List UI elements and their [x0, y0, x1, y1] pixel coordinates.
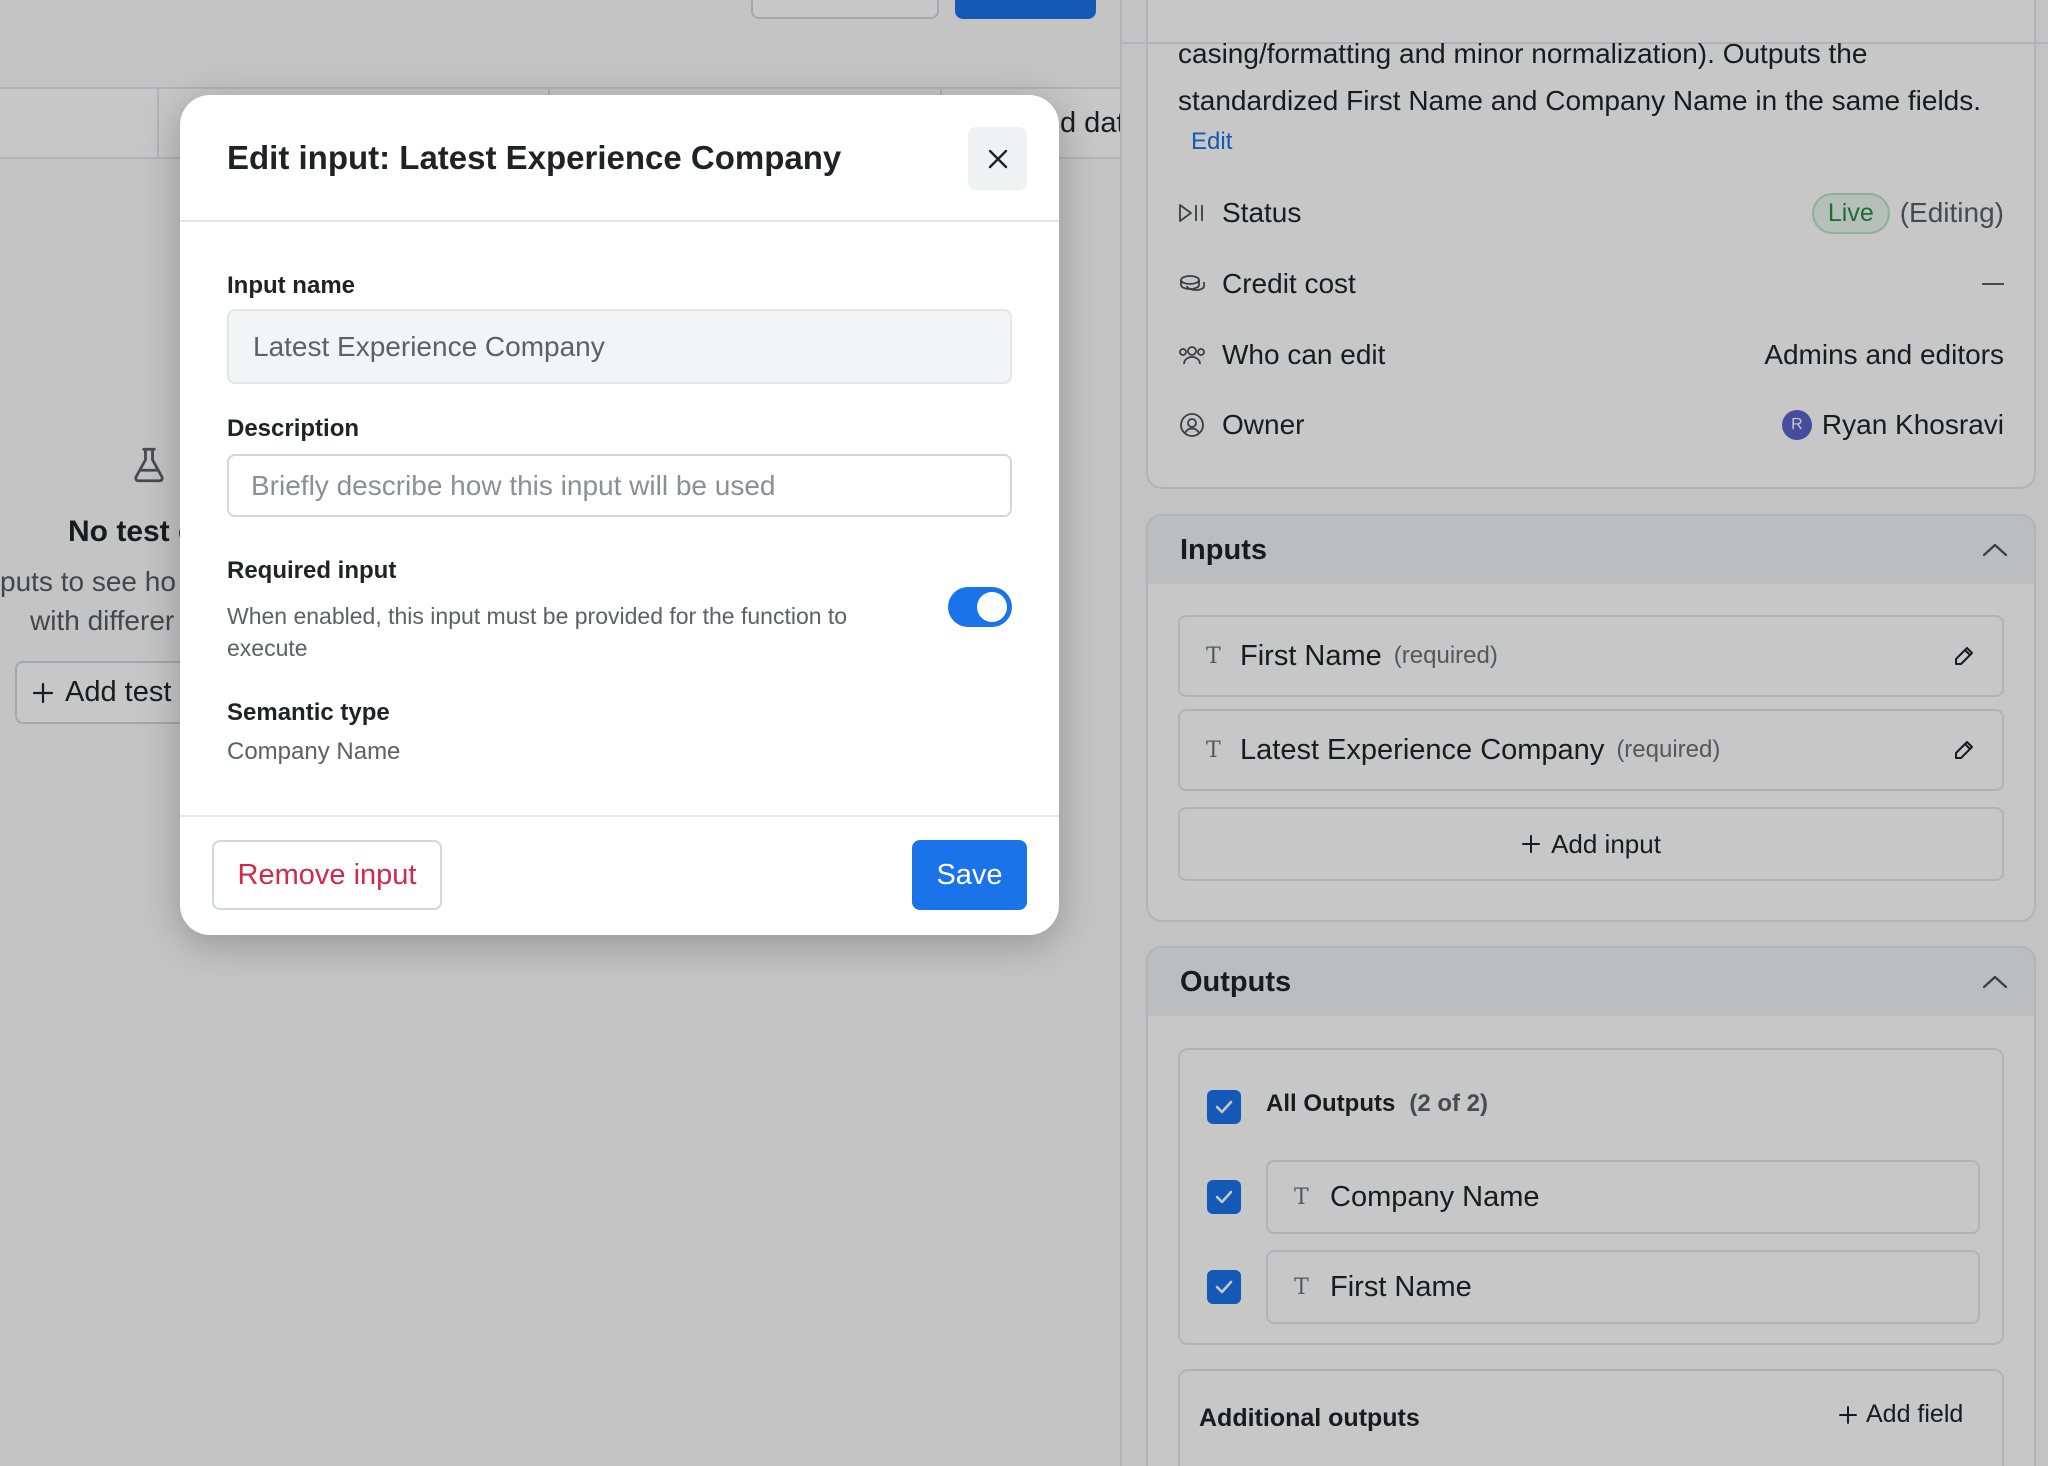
- close-icon: [988, 149, 1007, 168]
- description-input[interactable]: [227, 454, 1012, 517]
- required-input-help: When enabled, this input must be provide…: [227, 603, 848, 661]
- toggle-knob: [977, 592, 1007, 622]
- edit-input-modal: Edit input: Latest Experience Company In…: [180, 95, 1059, 935]
- required-toggle[interactable]: [948, 587, 1012, 627]
- semantic-type-value: Company Name: [227, 738, 401, 765]
- required-input-label: Required input: [227, 557, 397, 584]
- close-button[interactable]: [968, 127, 1027, 190]
- save-button[interactable]: Save: [912, 840, 1027, 910]
- remove-input-button[interactable]: Remove input: [212, 840, 442, 910]
- modal-footer-divider: [180, 815, 1059, 817]
- description-label: Description: [227, 415, 360, 442]
- modal-header: Edit input: Latest Experience Company: [180, 95, 1059, 222]
- semantic-type-label: Semantic type: [227, 699, 390, 726]
- input-name-label: Input name: [227, 272, 356, 299]
- modal-title: Edit input: Latest Experience Company: [227, 139, 842, 176]
- input-name-field: Latest Experience Company: [227, 309, 1012, 384]
